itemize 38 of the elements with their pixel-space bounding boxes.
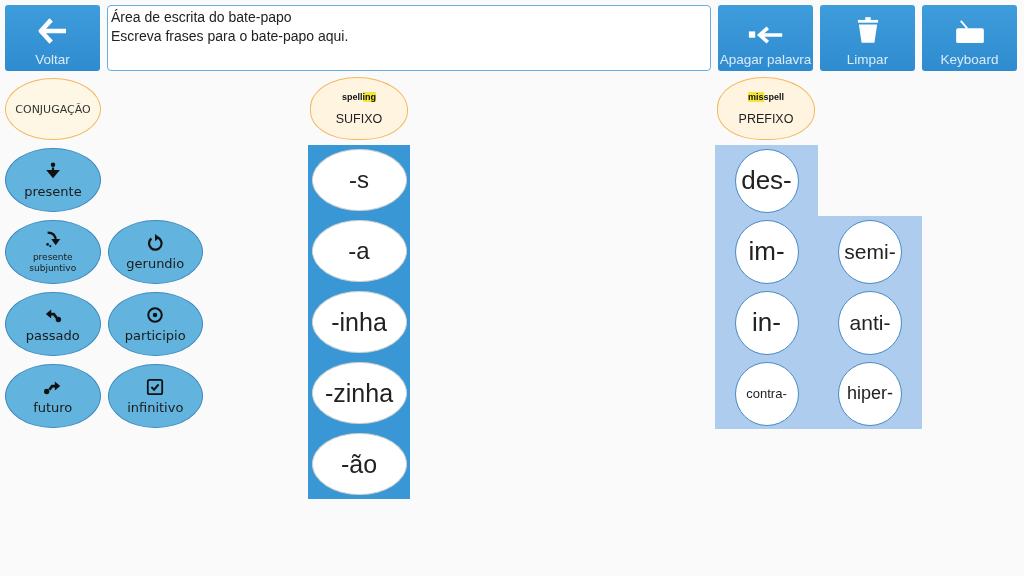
prefix-button[interactable]: contra- (734, 361, 799, 426)
checkbox-icon (146, 377, 165, 396)
prefix-button[interactable]: semi- (838, 219, 902, 284)
tense-button[interactable]: participio (107, 292, 203, 356)
conjugation-bubble[interactable]: CONJUGAÇÃO (5, 78, 101, 140)
prefix-button[interactable]: anti- (838, 290, 902, 355)
keyboard-icon (954, 20, 985, 44)
tense-button[interactable]: presente (5, 148, 101, 212)
tense-button[interactable]: gerundio (107, 220, 203, 284)
prefix-button[interactable]: hiper- (838, 361, 902, 426)
target-icon (146, 305, 165, 324)
prefix-cloud-button[interactable]: misspell PREFIXO (717, 77, 815, 140)
arrow-left-icon (37, 18, 68, 44)
cloud-label: PREFIXO (738, 111, 794, 126)
down-arrow-icon (44, 161, 62, 180)
chat-text-line: Escreva frases para o bate-papo aqui. (111, 27, 350, 46)
suffix-button[interactable]: -inha (311, 291, 407, 353)
chat-text-line: Área de escrita do bate-papo (111, 8, 293, 27)
suffix-button[interactable]: -a (311, 220, 407, 282)
tense-button[interactable]: futuro (5, 364, 101, 428)
suffix-button[interactable]: -zinha (311, 362, 407, 424)
chat-text-area[interactable]: Área de escrita do bate-papo Escreva frases para o bate-papo aqui. (107, 5, 711, 71)
suffix-button[interactable]: -s (311, 149, 407, 211)
cloud-label: SUFIXO (335, 111, 383, 126)
sample-word: spelling (342, 91, 376, 102)
prefix-button[interactable]: im- (734, 219, 799, 284)
prefix-button[interactable]: des- (734, 148, 799, 213)
suffix-button[interactable]: -ão (311, 433, 407, 495)
prefix-button[interactable]: in- (734, 290, 799, 355)
refresh-icon (146, 233, 165, 252)
sample-word: misspell (748, 91, 784, 102)
tense-button[interactable]: presente subjuntivo (5, 220, 101, 284)
curved-arrow-icon (43, 230, 62, 248)
suffix-cloud-button[interactable]: spelling SUFIXO (310, 77, 408, 140)
trash-icon (856, 16, 879, 44)
tense-button[interactable]: infinitivo (107, 364, 203, 428)
tense-button[interactable]: passado (5, 292, 101, 356)
arrow-left-icon (747, 26, 784, 44)
